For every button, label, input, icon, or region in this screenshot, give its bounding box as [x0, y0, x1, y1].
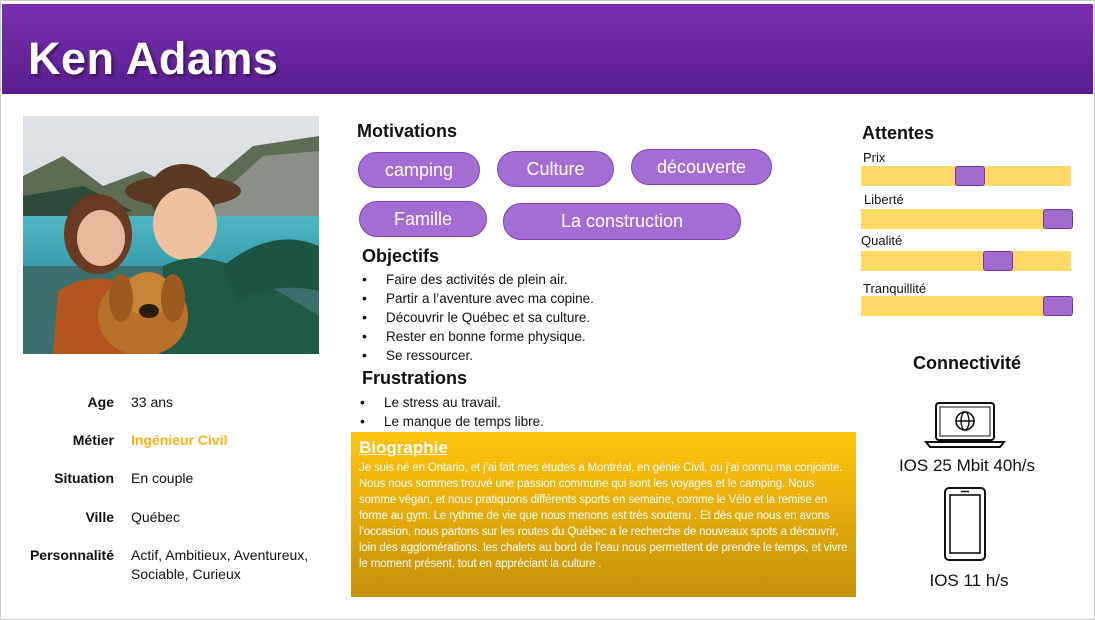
biography-box: Biographie Je suis né en Ontario, et j’a…: [351, 432, 856, 597]
situation-label: Situation: [54, 470, 114, 486]
city-label: Ville: [85, 509, 114, 525]
motivation-tag-construction: La construction: [503, 203, 741, 240]
attente-bar-liberte: [861, 209, 1073, 229]
job-value: Ingénieur Civil: [131, 432, 228, 448]
attentes-title: Attentes: [862, 123, 935, 143]
attente-level-marker: [983, 251, 1013, 271]
list-item: Partir a l’aventure avec ma copine.: [360, 289, 594, 308]
attente-label-prix: Prix: [863, 150, 886, 165]
attente-label-qualite: Qualité: [861, 233, 903, 248]
personality-label: Personnalité: [29, 547, 114, 563]
attente-label-tranquillite: Tranquillité: [863, 281, 927, 296]
motivation-tag-famille: Famille: [359, 201, 487, 237]
persona-photo: [23, 116, 319, 354]
attente-level-marker: [955, 166, 985, 186]
smartphone-icon: [943, 486, 987, 562]
list-item: Faire des activités de plein air.: [360, 270, 594, 289]
phone-connectivity-text: IOS 11 h/s: [929, 571, 1009, 590]
biography-title: Biographie: [359, 438, 448, 457]
list-item: Le manque de temps libre.: [358, 412, 544, 431]
age-value: 33 ans: [131, 394, 174, 410]
situation-value: En couple: [131, 470, 194, 486]
header-banner: Ken Adams: [2, 4, 1093, 94]
list-item: Rester en bonne forme physique.: [360, 327, 594, 346]
motivation-tag-culture: Culture: [497, 151, 614, 187]
attente-level-marker: [1043, 296, 1073, 316]
connectivite-title: Connectivité: [913, 353, 1022, 373]
persona-name: Ken Adams: [28, 33, 279, 84]
frustrations-title: Frustrations: [362, 368, 468, 388]
frustrations-list: Le stress au travail. Le manque de temps…: [358, 393, 544, 431]
personality-value-line1: Actif, Ambitieux, Aventureux,: [131, 547, 309, 563]
objectifs-title: Objectifs: [362, 246, 440, 266]
list-item: Le stress au travail.: [358, 393, 544, 412]
motivations-title: Motivations: [357, 121, 458, 141]
motivation-tag-decouverte: découverte: [631, 149, 772, 185]
attente-bar-prix: [861, 166, 1071, 186]
age-label: Age: [87, 394, 114, 410]
job-label: Métier: [72, 432, 114, 448]
attente-level-marker: [1043, 209, 1073, 229]
city-value: Québec: [131, 509, 181, 525]
motivation-tag-camping: camping: [358, 152, 480, 188]
list-item: Se ressourcer.: [360, 346, 594, 365]
laptop-connectivity-text: IOS 25 Mbit 40h/s: [898, 456, 1036, 475]
personality-value-line2: Sociable, Curieux: [131, 566, 241, 582]
attente-label-liberte: Liberté: [864, 192, 904, 207]
objectifs-list: Faire des activités de plein air. Partir…: [360, 270, 594, 365]
laptop-globe-icon: [923, 400, 1007, 450]
attente-bar-qualite: [861, 251, 1071, 271]
list-item: Découvrir le Québec et sa culture.: [360, 308, 594, 327]
attente-bar-tranquillite: [861, 296, 1073, 316]
biography-text: Je suis né en Ontario, et j’ai fait mes …: [359, 462, 848, 570]
